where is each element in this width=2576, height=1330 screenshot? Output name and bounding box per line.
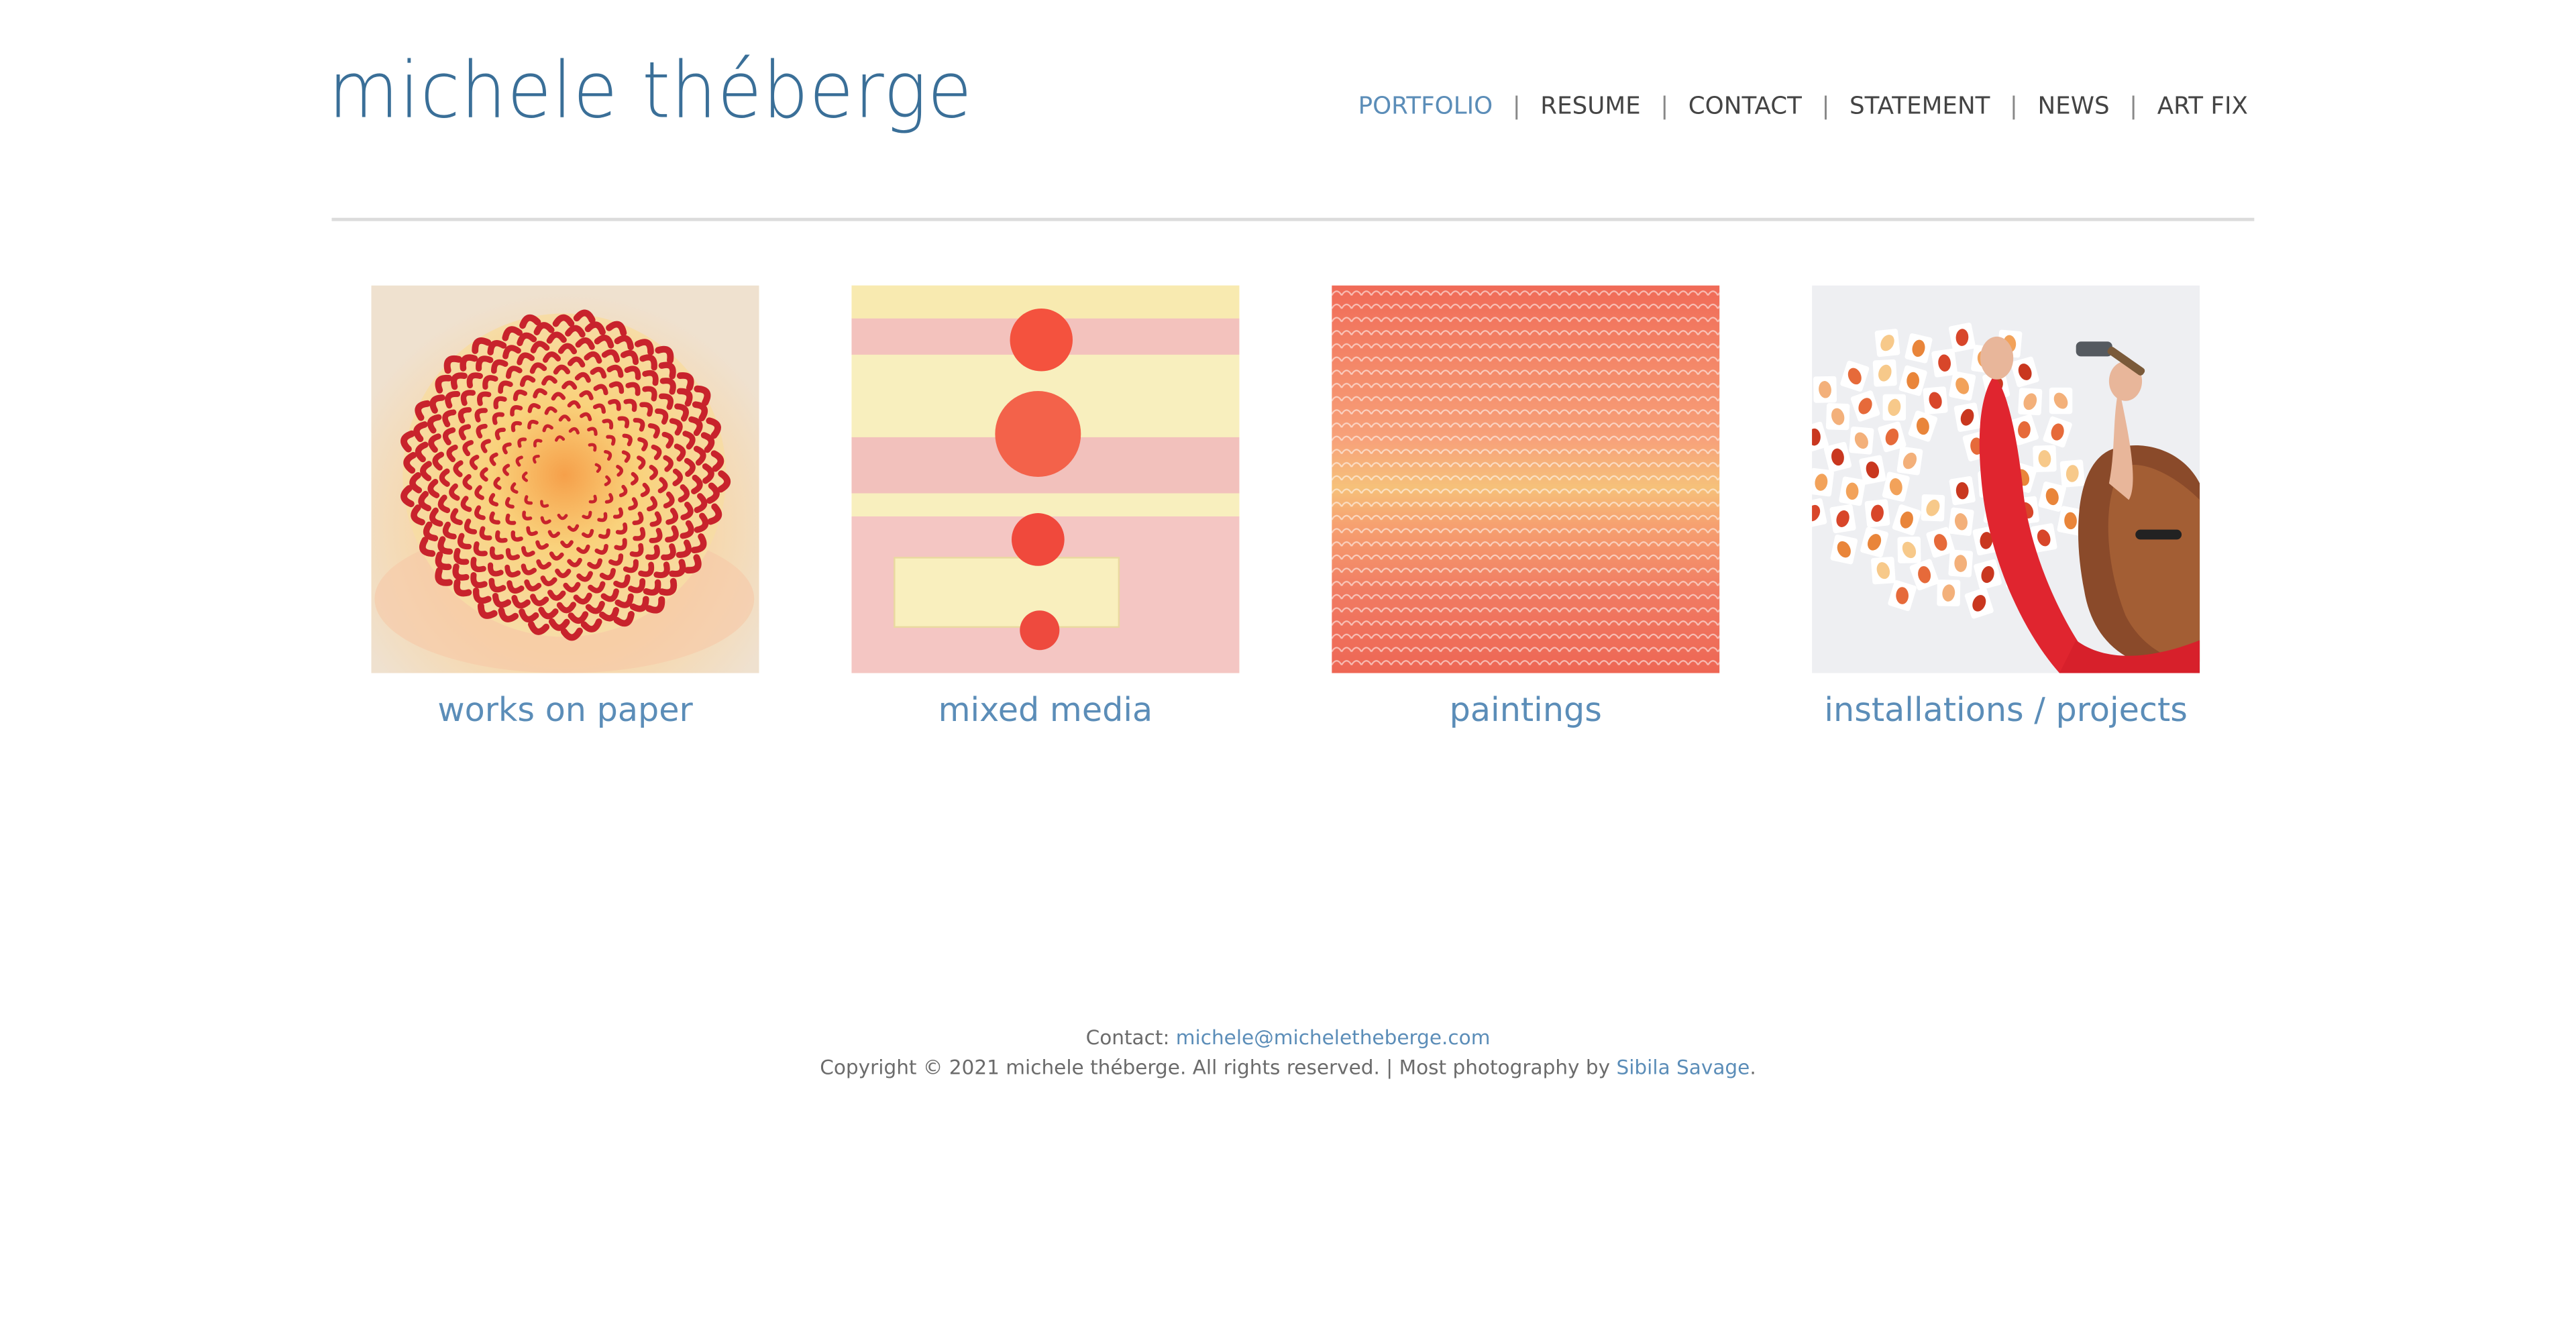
wall-card-blob xyxy=(1845,482,1859,500)
nav-separator: | xyxy=(1512,94,1521,121)
orange-striped-pattern-image[interactable] xyxy=(1332,285,1720,673)
artist-installing-wall-piece-image[interactable] xyxy=(1812,285,2200,673)
portfolio-tile-paintings[interactable]: paintings xyxy=(1332,285,1720,729)
portfolio-tile-works-on-paper[interactable]: works on paper xyxy=(371,285,759,729)
main-nav: PORTFOLIO | RESUME | CONTACT | STATEMENT… xyxy=(1358,94,2248,120)
tile-caption[interactable]: mixed media xyxy=(851,689,1239,729)
footer-email-link[interactable]: michele@micheletheberge.com xyxy=(1176,1026,1491,1049)
footer-photographer-link[interactable]: Sibila Savage xyxy=(1616,1056,1750,1078)
nav-separator: | xyxy=(1821,94,1830,121)
nav-separator: | xyxy=(2009,94,2018,121)
nav-resume[interactable]: RESUME xyxy=(1540,94,1640,120)
nav-contact[interactable]: CONTACT xyxy=(1688,94,1802,120)
tile-caption[interactable]: works on paper xyxy=(372,689,759,729)
footer-contact-prefix: Contact: xyxy=(1085,1026,1176,1050)
red-spiral-dot-drawing-image[interactable] xyxy=(371,285,759,673)
header-divider xyxy=(331,217,2255,221)
portfolio-tile-installations-projects[interactable]: installations / projects xyxy=(1812,285,2200,729)
red-circles-on-stripes-image[interactable] xyxy=(851,285,1240,673)
nav-separator: | xyxy=(2129,94,2138,121)
page-inner: michele théberge PORTFOLIO | RESUME | CO… xyxy=(0,0,2576,1330)
nav-news[interactable]: NEWS xyxy=(2037,94,2109,120)
tile-caption[interactable]: installations / projects xyxy=(1779,689,2233,729)
nav-art-fix[interactable]: ART FIX xyxy=(2157,94,2248,120)
footer-copyright-text: Copyright © 2021 michele théberge. All r… xyxy=(820,1056,1617,1079)
site-logo[interactable]: michele théberge xyxy=(329,53,973,131)
footer-contact-line: Contact: michele@micheletheberge.com xyxy=(0,1026,2576,1049)
footer-copyright-line: Copyright © 2021 michele théberge. All r… xyxy=(0,1056,2576,1078)
page: michele théberge PORTFOLIO | RESUME | CO… xyxy=(0,0,2576,1330)
nav-portfolio[interactable]: PORTFOLIO xyxy=(1358,94,1493,120)
tile-caption[interactable]: paintings xyxy=(1332,689,1719,729)
nav-statement[interactable]: STATEMENT xyxy=(1849,94,1990,120)
footer-period: . xyxy=(1750,1056,1756,1079)
nav-separator: | xyxy=(1660,94,1669,121)
portfolio-tile-mixed-media[interactable]: mixed media xyxy=(851,285,1240,729)
